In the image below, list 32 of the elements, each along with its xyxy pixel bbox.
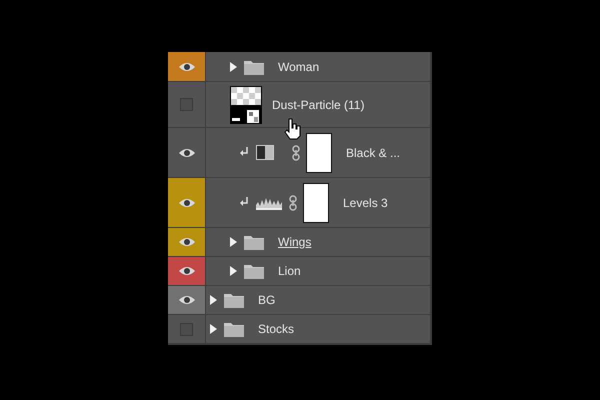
folder-icon	[244, 263, 264, 279]
layer-name: Black & ...	[346, 144, 400, 162]
grayscale-adjustment-icon	[256, 145, 274, 160]
layer-name: Lion	[278, 263, 301, 280]
layer-mask-thumbnail	[303, 182, 329, 222]
eye-icon[interactable]	[178, 62, 194, 72]
visibility-toggle[interactable]	[180, 322, 193, 336]
folder-icon	[224, 292, 244, 308]
layer-name: BG	[258, 292, 276, 309]
eye-icon[interactable]	[178, 198, 194, 208]
layer-name: Levels 3	[343, 194, 388, 212]
folder-icon	[244, 58, 264, 74]
layer-name: Wings	[278, 234, 312, 251]
layer-name: Stocks	[258, 321, 294, 338]
layer-thumbnail	[230, 86, 262, 124]
expand-arrow[interactable]	[230, 266, 237, 276]
expand-arrow[interactable]	[230, 62, 237, 72]
expand-arrow[interactable]	[230, 237, 237, 247]
expand-arrow[interactable]	[210, 295, 217, 305]
visibility-toggle[interactable]	[180, 98, 193, 111]
chain-link-icon	[289, 194, 297, 210]
layer-mask-thumbnail	[306, 132, 332, 172]
folder-icon	[244, 234, 264, 250]
layer-name: Dust-Particle (11)	[272, 96, 364, 114]
eye-icon[interactable]	[178, 295, 194, 305]
expand-arrow[interactable]	[210, 324, 217, 334]
eye-icon[interactable]	[178, 148, 194, 158]
chain-link-icon	[292, 144, 300, 160]
layer-name: Woman	[278, 58, 320, 76]
eye-icon[interactable]	[178, 266, 194, 276]
eye-icon[interactable]	[178, 237, 194, 247]
folder-icon	[224, 321, 244, 337]
